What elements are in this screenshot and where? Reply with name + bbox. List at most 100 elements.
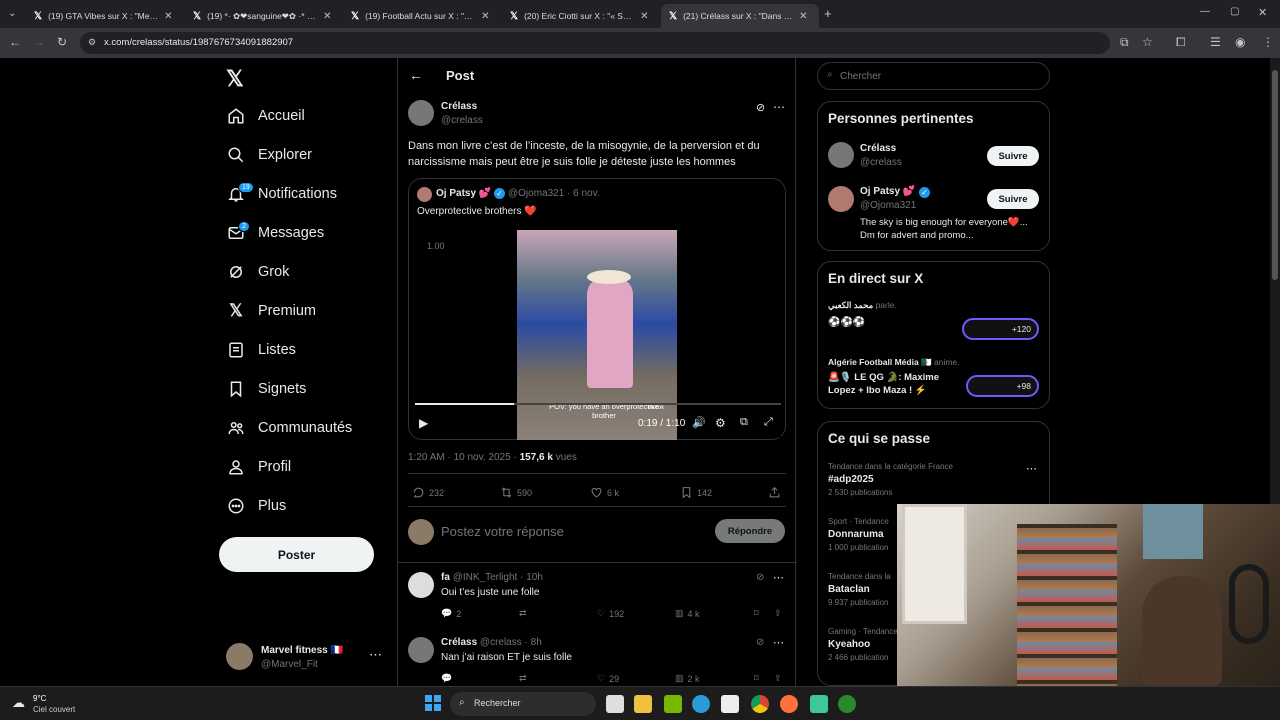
profile-avatar-icon[interactable]: ◉ <box>1235 35 1245 49</box>
follow-button[interactable]: Suivre <box>987 189 1039 209</box>
sidebar-item-plus[interactable]: Plus <box>226 491 286 521</box>
avatar[interactable] <box>828 186 854 212</box>
start-icon[interactable] <box>425 695 441 711</box>
minimize-icon[interactable]: — <box>1200 6 1210 17</box>
person-name[interactable]: Crélass <box>860 143 896 154</box>
volume-icon[interactable]: 🔊 <box>692 416 706 429</box>
more-icon[interactable]: ⋯ <box>369 647 382 663</box>
reply-post[interactable]: fa @INK_Terlight · 10h ⊘ ⋯ Oui t’es just… <box>398 563 796 627</box>
reading-list-icon[interactable]: ☰ <box>1210 35 1221 49</box>
grok-icon[interactable]: ⊘ <box>756 637 764 648</box>
back-icon[interactable]: ← <box>9 35 21 49</box>
repost-action[interactable]: 590 <box>500 486 532 499</box>
new-tab-icon[interactable]: + <box>824 6 832 21</box>
post-timestamp[interactable]: 1:20 AM · 10 nov. 2025 · <box>408 452 520 463</box>
url-field[interactable]: ⚙ x.com/crelass/status/198767673409188290… <box>80 32 1110 54</box>
weather-icon[interactable]: ☁ <box>12 695 25 711</box>
sidebar-item-explorer[interactable]: Explorer <box>226 140 312 170</box>
chrome-icon[interactable] <box>751 695 769 713</box>
tab-search-icon[interactable]: ⌄ <box>8 8 16 19</box>
close-icon[interactable]: ✕ <box>799 11 807 22</box>
sidebar-item-communautes[interactable]: Communautés <box>226 413 352 443</box>
close-icon[interactable]: ✕ <box>481 11 489 22</box>
repost-action[interactable]: ⇄ <box>519 673 527 684</box>
reply-button[interactable]: Répondre <box>715 519 785 543</box>
browser-tab[interactable]: 𝕏 (19) Football Actu sur X : "Luca ✕ <box>343 4 501 28</box>
avatar[interactable] <box>408 100 434 126</box>
live-item[interactable]: محمد الكعبي parle. ⚽⚽⚽ +120 <box>828 300 1043 348</box>
reload-icon[interactable]: ↻ <box>57 35 67 49</box>
sidebar-item-messages[interactable]: 2 Messages <box>226 218 324 248</box>
browser-tab[interactable]: 𝕏 (19) *· ✿❤sanguine❤✿ ·* (@ ✕ <box>185 4 343 28</box>
more-icon[interactable]: ⋯ <box>773 636 784 649</box>
bookmark-action[interactable]: 142 <box>680 486 712 499</box>
reply-action[interactable]: 💬 2 <box>441 608 461 619</box>
person-name[interactable]: Oj Patsy 💕 <box>860 186 915 197</box>
more-icon[interactable]: ⋯ <box>1026 462 1037 475</box>
extensions-icon[interactable]: ⧠ <box>1176 35 1186 50</box>
store-icon[interactable] <box>721 695 739 713</box>
reply-author-handle[interactable]: @crelass <box>480 637 522 648</box>
repost-action[interactable]: ⇄ <box>519 608 527 619</box>
author-handle[interactable]: @crelass <box>441 115 483 126</box>
trend-item[interactable]: Tendance dans la catégorie France #adp20… <box>828 462 1043 507</box>
fullscreen-icon[interactable]: ⤢ <box>764 416 773 429</box>
sidebar-item-listes[interactable]: Listes <box>226 335 296 365</box>
avatar[interactable] <box>828 142 854 168</box>
reply-input[interactable]: Postez votre réponse <box>441 524 564 539</box>
close-icon[interactable]: ✕ <box>323 11 331 22</box>
grok-icon[interactable]: ⊘ <box>756 101 765 114</box>
bookmark-icon[interactable]: ⌑ <box>754 608 759 619</box>
account-switcher[interactable]: Marvel fitness 🇫🇷 @Marvel_Fit ⋯ <box>226 643 386 673</box>
sidebar-item-notifications[interactable]: 19 Notifications <box>226 179 337 209</box>
like-action[interactable]: ♡ 192 <box>597 608 624 619</box>
progress-track[interactable] <box>415 403 781 405</box>
share-action[interactable] <box>768 486 781 499</box>
reply-post[interactable]: Crélass @crelass · 8h ⊘ ⋯ Nan j’ai raiso… <box>398 628 796 686</box>
bookmark-icon[interactable]: ⌑ <box>754 673 759 684</box>
reply-action[interactable]: 💬 <box>441 673 452 684</box>
window-close-icon[interactable]: ✕ <box>1258 6 1267 19</box>
live-item[interactable]: Algérie Football Média 🇩🇿 anime. 🚨🎙️ LE … <box>828 357 1043 405</box>
site-info-icon[interactable]: ⚙ <box>88 37 96 48</box>
play-icon[interactable]: ▶ <box>419 416 428 430</box>
sidebar-item-grok[interactable]: Grok <box>226 257 289 287</box>
back-arrow-icon[interactable]: ← <box>409 67 423 83</box>
sidebar-item-signets[interactable]: Signets <box>226 374 306 404</box>
author-name[interactable]: Crélass <box>441 101 477 112</box>
share-icon[interactable]: ⇪ <box>774 673 782 684</box>
close-icon[interactable]: ✕ <box>640 11 648 22</box>
nvidia-icon[interactable] <box>664 695 682 713</box>
sidebar-item-premium[interactable]: 𝕏 Premium <box>226 296 316 326</box>
more-icon[interactable]: ⋯ <box>773 100 785 114</box>
share-icon[interactable]: ⇪ <box>774 608 782 619</box>
firefox-icon[interactable] <box>780 695 798 713</box>
quoted-post[interactable]: Oj Patsy 💕 ✓ @Ojoma321 · 6 nov. Overprot… <box>408 178 786 440</box>
taskbar-search[interactable]: ⌕ Rechercher <box>450 692 596 716</box>
xbox-icon[interactable] <box>838 695 856 713</box>
pip-icon[interactable]: ⧉ <box>740 416 748 429</box>
sidebar-item-accueil[interactable]: Accueil <box>226 101 305 131</box>
post-button[interactable]: Poster <box>219 537 374 572</box>
forward-icon[interactable]: → <box>33 35 45 49</box>
views-action[interactable]: ▥ 4 k <box>675 608 700 619</box>
install-icon[interactable]: ⧉ <box>1120 35 1129 50</box>
edge-icon[interactable] <box>692 695 710 713</box>
video-player[interactable]: 1.00 POV: you have an overprotective bro… <box>415 227 781 440</box>
grok-icon[interactable]: ⊘ <box>756 572 764 583</box>
close-icon[interactable]: ✕ <box>164 11 172 22</box>
reply-author-name[interactable]: Crélass <box>441 637 477 648</box>
file-explorer-icon[interactable] <box>634 695 652 713</box>
settings-gear-icon[interactable]: ⚙ <box>715 416 726 430</box>
browser-tab-active[interactable]: 𝕏 (21) Crélass sur X : "Dans mon l ✕ <box>661 4 819 28</box>
views-action[interactable]: ▥ 2 k <box>675 673 700 684</box>
like-action[interactable]: 6 k <box>590 486 619 499</box>
reply-action[interactable]: 232 <box>412 486 444 499</box>
task-view-icon[interactable] <box>606 695 624 713</box>
search-input[interactable]: ⌕ Chercher <box>817 62 1050 90</box>
reply-author-name[interactable]: fa <box>441 572 450 583</box>
app-icon[interactable] <box>810 695 828 713</box>
reply-author-handle[interactable]: @INK_Terlight <box>453 572 518 583</box>
x-logo-icon[interactable]: 𝕏 <box>226 66 244 92</box>
bookmark-star-icon[interactable]: ☆ <box>1142 35 1153 49</box>
